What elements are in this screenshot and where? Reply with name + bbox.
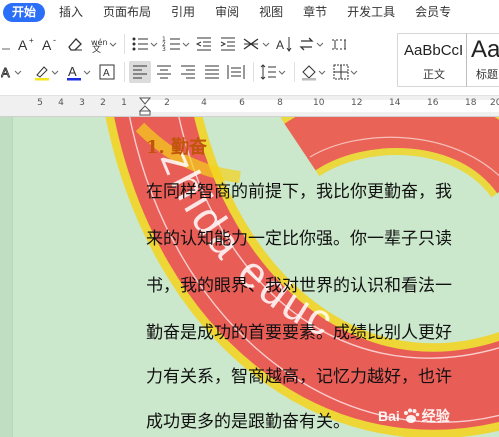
shrink-font-icon[interactable]: A- xyxy=(40,33,62,55)
separator xyxy=(124,34,125,54)
horizontal-ruler[interactable]: 5 4 3 2 1 2 4 6 8 10 12 14 16 18 20 xyxy=(0,96,499,117)
font-color-icon[interactable]: A xyxy=(64,61,94,83)
section-heading: 1. 勤奋 xyxy=(146,137,208,158)
ruler-number: 14 xyxy=(389,98,401,108)
svg-text:A: A xyxy=(103,68,110,79)
baidu-text: Bai xyxy=(378,408,400,424)
text-effect-icon[interactable]: A xyxy=(0,61,30,83)
style-normal-sample: AaBbCcI xyxy=(404,42,464,59)
jingyan-text: 经验 xyxy=(421,408,450,424)
paragraph-line: 在同样智商的前提下，我比你更勤奋，我 xyxy=(146,182,452,202)
character-border-icon[interactable]: A xyxy=(96,61,118,83)
menu-tab-home[interactable]: 开始 xyxy=(3,3,46,22)
ruler-number: 6 xyxy=(239,98,245,108)
show-hide-marks-icon[interactable] xyxy=(329,33,351,55)
ruler-number: 18 xyxy=(465,98,477,108)
menu-tab-review[interactable]: 审阅 xyxy=(205,0,249,25)
ruler-number: 4 xyxy=(58,98,64,108)
align-left-icon[interactable] xyxy=(129,61,151,83)
menu-tab-section[interactable]: 章节 xyxy=(293,0,337,25)
ruler-number: 2 xyxy=(164,98,170,108)
toolbar-row-1: A + A- wén 文 123 A xyxy=(0,30,353,58)
separator xyxy=(253,62,254,82)
decrease-indent-icon[interactable] xyxy=(193,33,215,55)
paragraph-line: 成功更多的是跟勤奋有关。 xyxy=(146,412,350,432)
svg-text:A: A xyxy=(276,38,284,52)
menu-tab-references[interactable]: 引用 xyxy=(161,0,205,25)
svg-text:+: + xyxy=(29,36,34,45)
toolbar-row-2: A A A xyxy=(0,58,363,86)
ruler-number: 1 xyxy=(121,98,127,108)
menu-tab-view[interactable]: 视图 xyxy=(249,0,293,25)
text-direction-icon[interactable]: A xyxy=(273,33,295,55)
ruler-number: 20 xyxy=(490,98,499,108)
indent-marker-icon[interactable] xyxy=(138,97,152,116)
menu-tab-page-layout[interactable]: 页面布局 xyxy=(93,0,161,25)
document-page[interactable]: zhida educ 1. 勤奋 在同样智商的前提下，我比你更勤奋，我 来的认知… xyxy=(0,117,499,437)
style-heading-sample: Aa xyxy=(471,36,499,63)
clear-format-eraser-icon[interactable] xyxy=(64,33,86,55)
increase-indent-icon[interactable] xyxy=(217,33,239,55)
font-size-dropdown-edge[interactable] xyxy=(0,33,14,55)
paragraph-line: 来的认知能力一定比你强。你一辈子只读 xyxy=(146,229,452,249)
numbered-list-icon[interactable]: 123 xyxy=(161,33,191,55)
ruler-number: 5 xyxy=(37,98,43,108)
svg-text:文: 文 xyxy=(92,43,101,53)
ruler-number: 10 xyxy=(313,98,325,108)
style-normal[interactable]: AaBbCcI 正文 xyxy=(397,33,471,87)
style-heading-name: 标题 xyxy=(476,68,498,81)
svg-text:3: 3 xyxy=(162,46,166,53)
separator xyxy=(294,62,295,82)
grow-font-icon[interactable]: A + xyxy=(16,33,38,55)
justify-icon[interactable] xyxy=(201,61,223,83)
style-heading[interactable]: Aa 标题 xyxy=(466,33,499,87)
separator xyxy=(124,62,125,82)
svg-text:A: A xyxy=(18,37,28,53)
ruler-number: 12 xyxy=(351,98,363,108)
bullet-list-icon[interactable] xyxy=(129,33,159,55)
menu-tab-member[interactable]: 会员专 xyxy=(405,0,461,25)
style-normal-name: 正文 xyxy=(423,68,445,81)
baidu-jingyan-watermark: Bai 经验 xyxy=(378,406,450,426)
paragraph-line: 勤奋是成功的首要要素。成绩比别人更好 xyxy=(146,323,452,343)
align-center-icon[interactable] xyxy=(153,61,175,83)
line-spacing-icon[interactable] xyxy=(258,61,288,83)
distributed-align-icon[interactable] xyxy=(225,61,247,83)
ruler-number: 4 xyxy=(201,98,207,108)
phonetic-guide-icon[interactable]: wén 文 xyxy=(88,33,118,55)
svg-text:A: A xyxy=(1,65,10,80)
ruler-number: 8 xyxy=(277,98,283,108)
chinese-layout-icon[interactable] xyxy=(241,33,271,55)
paragraph-line: 书，我的眼界、我对世界的认识和看法一 xyxy=(146,276,452,296)
baidu-paw-icon xyxy=(403,408,420,423)
borders-icon[interactable] xyxy=(331,61,361,83)
svg-text:-: - xyxy=(53,35,56,45)
menu-tab-insert[interactable]: 插入 xyxy=(49,0,93,25)
ribbon-toolbar: A + A- wén 文 123 A A A A AaBbCcI 正文 Aa 标… xyxy=(0,25,499,96)
ruler-number: 2 xyxy=(100,98,106,108)
sort-icon[interactable] xyxy=(297,33,327,55)
ruler-number: 16 xyxy=(427,98,439,108)
ruler-number: 3 xyxy=(79,98,85,108)
svg-text:A: A xyxy=(68,64,77,79)
menu-tab-developer[interactable]: 开发工具 xyxy=(337,0,405,25)
svg-text:A: A xyxy=(42,37,52,53)
highlight-color-icon[interactable] xyxy=(32,61,62,83)
shading-icon[interactable] xyxy=(299,61,329,83)
menu-bar: 开始 插入 页面布局 引用 审阅 视图 章节 开发工具 会员专 xyxy=(0,0,499,25)
align-right-icon[interactable] xyxy=(177,61,199,83)
paragraph-line: 力有关系，智商越高，记忆力越好，也许 xyxy=(146,367,452,387)
